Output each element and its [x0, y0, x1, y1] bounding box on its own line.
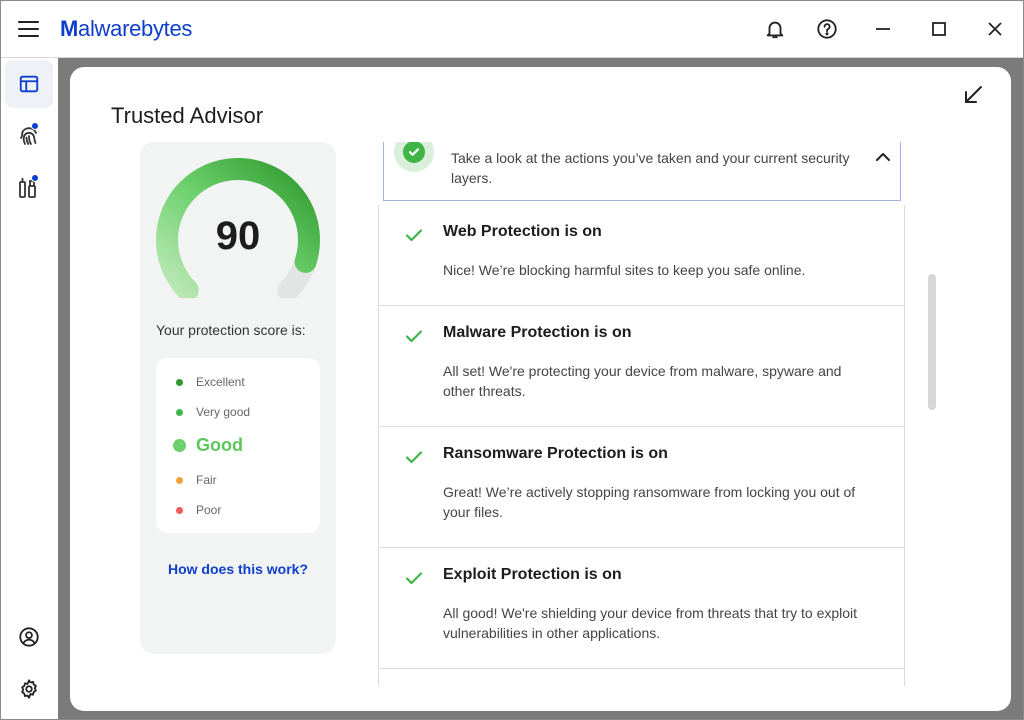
list-item-web-protection: Web Protection is on Nice! We’re blockin… [379, 205, 904, 306]
list-item-ransomware-protection: Ransomware Protection is on Great! We’re… [379, 427, 904, 548]
protection-score-value: 90 [215, 214, 261, 258]
item-title: Web Protection is on [443, 223, 602, 240]
legend-dot [173, 439, 186, 452]
list-scrollbar[interactable] [928, 274, 936, 410]
legend-label: Good [196, 435, 243, 455]
checkmark-icon [405, 451, 423, 464]
menu-icon[interactable] [18, 21, 40, 37]
close-icon[interactable] [983, 17, 1007, 41]
score-legend: Excellent Very good Good Fair Poor [156, 358, 320, 533]
sidebar-item-account[interactable] [5, 613, 53, 661]
legend-label: Fair [196, 473, 217, 487]
legend-dot [176, 506, 183, 514]
settings-icon [21, 679, 37, 699]
legend-label: Excellent [196, 375, 245, 389]
collapse-panel-icon[interactable] [962, 84, 984, 106]
account-icon [19, 627, 39, 647]
checkmark-icon [405, 572, 423, 585]
sidebar-item-settings[interactable] [5, 665, 53, 713]
legend-item-excellent: Excellent [176, 375, 245, 389]
legend-item-poor: Poor [176, 503, 221, 517]
checkmark-icon [405, 229, 423, 242]
sidebar-item-dashboard[interactable] [5, 60, 53, 108]
legend-dot [176, 476, 183, 484]
sidebar-item-detections[interactable] [5, 112, 53, 160]
legend-dot [176, 378, 183, 386]
item-title: Ransomware Protection is on [443, 445, 668, 462]
dashboard-icon [19, 75, 39, 93]
chevron-up-icon[interactable] [872, 146, 894, 168]
item-description: All good! We're shielding your device fr… [443, 605, 858, 641]
summary-card[interactable]: Take a look at the actions you’ve taken … [383, 142, 901, 201]
minimize-icon[interactable] [871, 17, 895, 41]
legend-item-good: Good [173, 435, 243, 456]
legend-dot [176, 408, 183, 416]
notification-dot [31, 174, 39, 182]
notification-dot [31, 122, 39, 130]
protection-score-label: Your protection score is: [156, 322, 306, 338]
malwarebytes-logo: Malwarebytes [60, 16, 193, 41]
summary-text: Take a look at the actions you’ve taken … [451, 150, 850, 186]
item-description: All set! We're protecting your device fr… [443, 363, 842, 399]
notifications-icon[interactable] [763, 17, 787, 41]
legend-label: Poor [196, 503, 222, 517]
item-title: Malware Protection is on [443, 324, 632, 341]
check-circle-icon [394, 142, 434, 172]
item-description: Nice! We’re blocking harmful sites to ke… [443, 262, 806, 278]
legend-label: Very good [196, 405, 251, 419]
sidebar-item-tools[interactable] [5, 164, 53, 212]
legend-item-very-good: Very good [176, 405, 250, 419]
protection-list: Take a look at the actions you’ve taken … [377, 142, 907, 686]
title-bar: Malwarebytes [0, 0, 1024, 58]
how-does-this-work-link[interactable]: How does this work? [140, 561, 336, 577]
page-title: Trusted Advisor [111, 103, 264, 128]
item-description: Great! We’re actively stopping ransomwar… [443, 484, 856, 520]
list-item-malware-protection: Malware Protection is on All set! We're … [379, 306, 904, 427]
list-item [379, 669, 904, 686]
checkmark-icon [405, 330, 423, 343]
item-title: Exploit Protection is on [443, 566, 622, 583]
protection-items: Web Protection is on Nice! We’re blockin… [378, 205, 905, 686]
maximize-icon[interactable] [927, 17, 951, 41]
sidebar [0, 58, 58, 720]
list-item-exploit-protection: Exploit Protection is on All good! We're… [379, 548, 904, 669]
help-icon[interactable] [815, 17, 839, 41]
legend-item-fair: Fair [176, 473, 217, 487]
